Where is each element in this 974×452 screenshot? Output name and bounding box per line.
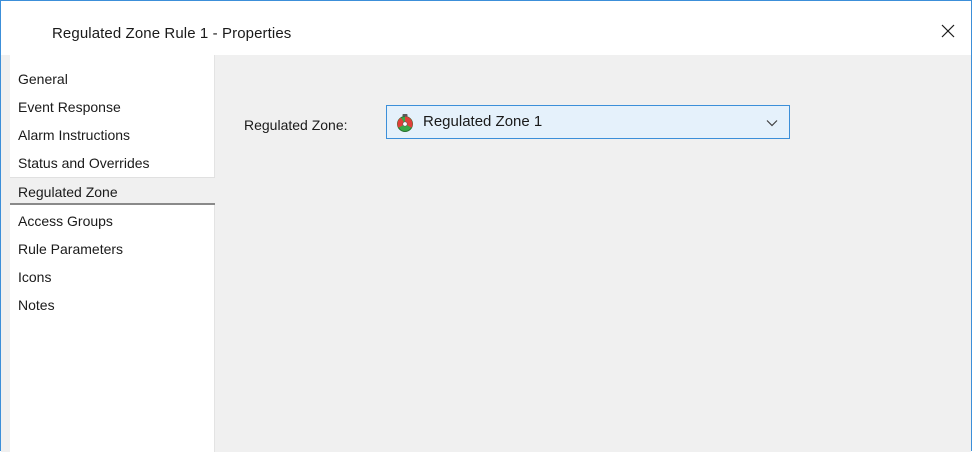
nav-item-access-groups[interactable]: Access Groups: [10, 207, 215, 235]
regulated-zone-label: Regulated Zone:: [244, 117, 348, 133]
property-page-nav: General Event Response Alarm Instruction…: [10, 55, 215, 452]
nav-item-notes[interactable]: Notes: [10, 291, 215, 319]
regulated-zone-dropdown[interactable]: Regulated Zone 1: [386, 105, 790, 139]
properties-window: Regulated Zone Rule 1 - Properties Gener…: [0, 0, 972, 452]
regulated-zone-value: Regulated Zone 1: [423, 113, 543, 130]
regulated-zone-page: Regulated Zone: Regulated Zone 1: [216, 55, 971, 452]
close-button[interactable]: [931, 15, 965, 47]
dialog-body: General Event Response Alarm Instruction…: [1, 55, 971, 452]
title-bar: Regulated Zone Rule 1 - Properties: [1, 1, 971, 55]
close-icon: [941, 24, 955, 38]
nav-item-rule-parameters[interactable]: Rule Parameters: [10, 235, 215, 263]
nav-item-general[interactable]: General: [10, 65, 215, 93]
nav-item-alarm-instructions[interactable]: Alarm Instructions: [10, 121, 215, 149]
chevron-down-icon: [766, 120, 778, 127]
regulated-zone-icon: [397, 114, 413, 132]
window-title: Regulated Zone Rule 1 - Properties: [52, 25, 292, 42]
nav-item-event-response[interactable]: Event Response: [10, 93, 215, 121]
nav-item-status-and-overrides[interactable]: Status and Overrides: [10, 149, 215, 177]
nav-item-regulated-zone[interactable]: Regulated Zone: [10, 177, 215, 205]
nav-item-icons[interactable]: Icons: [10, 263, 215, 291]
